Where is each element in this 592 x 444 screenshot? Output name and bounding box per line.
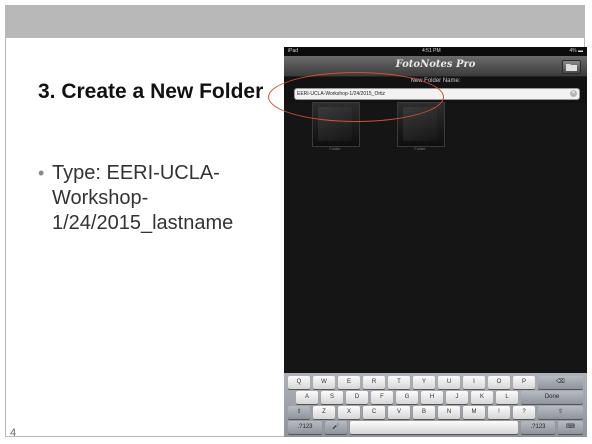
key-g[interactable]: G (396, 391, 418, 404)
key-b[interactable]: B (413, 406, 435, 419)
key-u[interactable]: U (438, 376, 460, 389)
hide-keyboard-icon[interactable]: ⌨ (558, 421, 583, 434)
keyboard-row-2: A S D F G H J K L Done (284, 391, 587, 404)
status-time: 4:51 PM (422, 48, 441, 54)
key-x[interactable]: X (338, 406, 360, 419)
bullet-text: Type: EERI-UCLA-Workshop-1/24/2015_lastn… (52, 162, 234, 234)
shift-key-right[interactable]: ⇧ (538, 406, 583, 419)
key-m[interactable]: M (463, 406, 485, 419)
folder-icon (566, 64, 577, 71)
backspace-key[interactable]: ⌫ (538, 376, 583, 389)
keyboard-row-4: .?123 🎤 .?123 ⌨ (284, 421, 587, 434)
key-f[interactable]: F (371, 391, 393, 404)
numbers-key-right[interactable]: .?123 (521, 421, 555, 434)
key-q[interactable]: Q (288, 376, 310, 389)
key-o[interactable]: O (488, 376, 510, 389)
key-question[interactable]: ? (513, 406, 535, 419)
folder-thumbnail-label: Folder (414, 146, 426, 151)
on-screen-keyboard: Q W E R T Y U I O P ⌫ A S D F G H J K L … (284, 373, 587, 437)
clear-icon[interactable]: ✕ (570, 90, 577, 97)
key-i[interactable]: I (463, 376, 485, 389)
status-bar: iPad 4:51 PM 4% ▬ (284, 47, 587, 56)
shift-key[interactable]: ⇧ (288, 406, 310, 419)
key-c[interactable]: C (363, 406, 385, 419)
key-l[interactable]: L (496, 391, 518, 404)
numbers-key[interactable]: .?123 (288, 421, 322, 434)
microphone-icon[interactable]: 🎤 (325, 421, 347, 434)
key-a[interactable]: A (296, 391, 318, 404)
key-n[interactable]: N (438, 406, 460, 419)
key-exclamation[interactable]: ! (488, 406, 510, 419)
page-number: 4 (10, 427, 17, 439)
status-carrier: iPad (288, 48, 299, 54)
key-z[interactable]: Z (313, 406, 335, 419)
key-h[interactable]: H (421, 391, 443, 404)
slide-title: 3. Create a New Folder (38, 80, 264, 103)
status-battery: 4% ▬ (569, 48, 583, 54)
done-key[interactable]: Done (521, 391, 583, 404)
folder-thumbnail-label: Folder (329, 146, 341, 151)
key-k[interactable]: K (471, 391, 493, 404)
slide-header-bar (5, 5, 585, 38)
bullet-dot-icon: • (38, 163, 45, 183)
highlight-ellipse (268, 72, 444, 122)
space-key[interactable] (350, 421, 518, 434)
key-d[interactable]: D (346, 391, 368, 404)
key-e[interactable]: E (338, 376, 360, 389)
folder-button[interactable] (562, 60, 581, 74)
key-v[interactable]: V (388, 406, 410, 419)
key-y[interactable]: Y (413, 376, 435, 389)
key-j[interactable]: J (446, 391, 468, 404)
app-title: FotoNotes Pro (395, 59, 476, 70)
key-p[interactable]: P (513, 376, 535, 389)
key-t[interactable]: T (388, 376, 410, 389)
keyboard-row-1: Q W E R T Y U I O P ⌫ (284, 376, 587, 389)
keyboard-row-3: ⇧ Z X C V B N M ! ? ⇧ (284, 406, 587, 419)
key-w[interactable]: W (313, 376, 335, 389)
key-r[interactable]: R (363, 376, 385, 389)
key-s[interactable]: S (321, 391, 343, 404)
